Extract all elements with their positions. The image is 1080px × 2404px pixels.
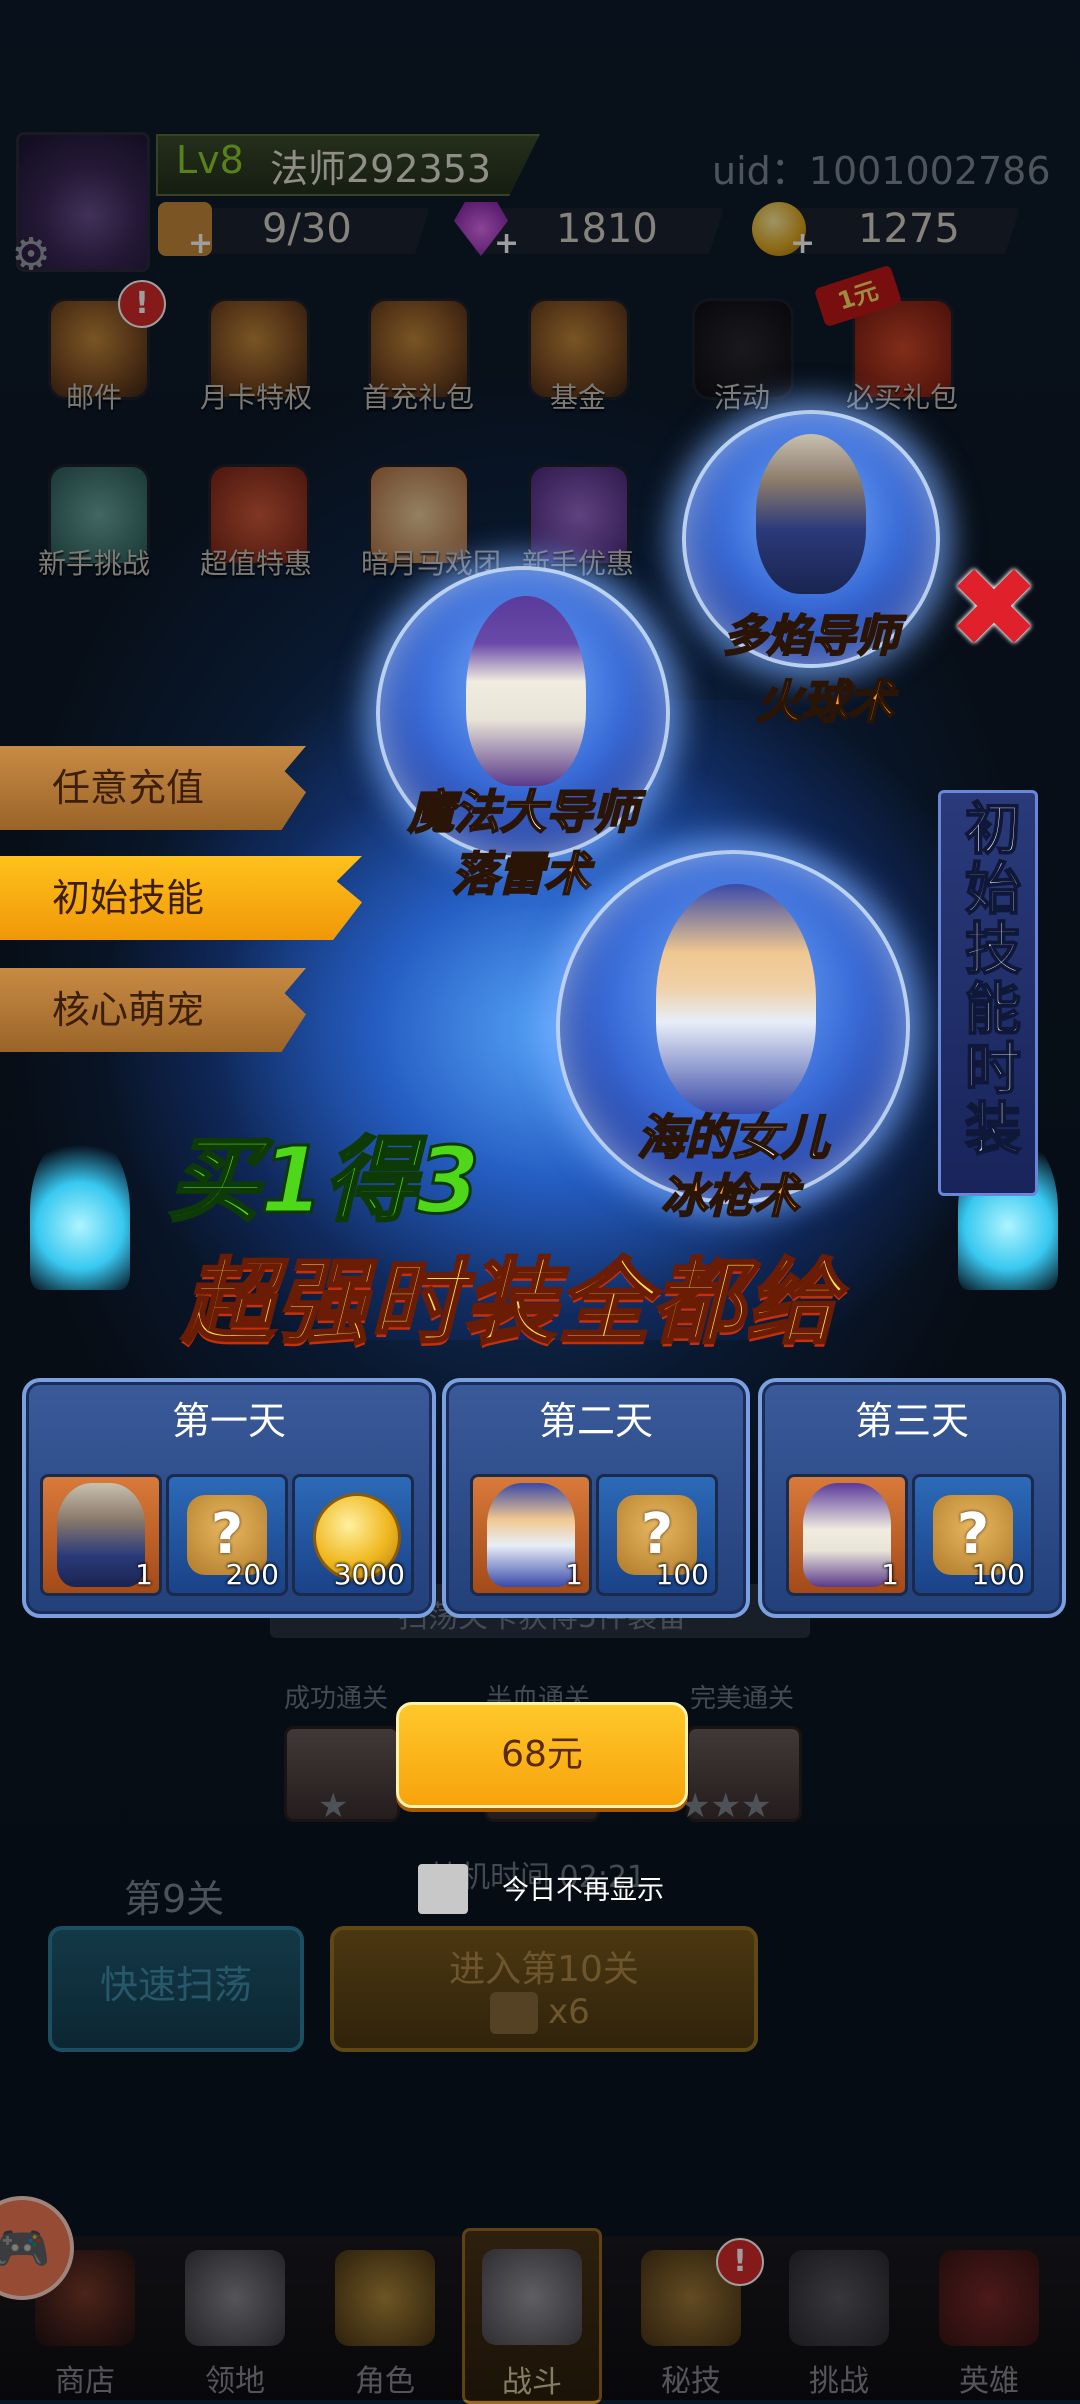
purchase-price-button[interactable]: 68元 <box>396 1702 688 1808</box>
orb-grand-mage-name: 魔法大导师 <box>407 784 639 840</box>
tab-any-recharge-label: 任意充值 <box>52 766 205 810</box>
day-two-title: 第二天 <box>538 1399 653 1443</box>
tab-any-recharge[interactable]: 任意充值 <box>0 746 306 830</box>
dont-show-today-checkbox[interactable] <box>418 1864 468 1914</box>
main-slogan: 超强时装全都给 <box>180 1248 841 1358</box>
reward-hero-sea-daughter[interactable]: 1 <box>470 1474 592 1596</box>
blue-flame-left <box>30 1130 130 1290</box>
hero-portrait <box>803 1483 891 1587</box>
hero-portrait <box>487 1483 575 1587</box>
reward-qty: 3000 <box>333 1558 405 1591</box>
orb-fire-mentor-name: 多焰导师 <box>722 610 900 663</box>
reward-qty: 1 <box>565 1558 583 1591</box>
dont-show-today-label[interactable]: 今日不再显示 <box>502 1868 664 1907</box>
orb-grand-mage[interactable]: 魔法大导师 <box>376 566 670 860</box>
sea-daughter-figure <box>656 884 816 1114</box>
orb-fire-mentor[interactable]: 多焰导师 <box>682 410 940 668</box>
tab-initial-skill-label: 初始技能 <box>52 876 205 920</box>
skin-vertical-banner: 初始技能时装 <box>938 790 1038 1196</box>
tab-core-pet-label: 核心萌宠 <box>52 988 205 1032</box>
day-one-card: 第一天 1 ? 200 3000 <box>22 1378 436 1618</box>
reward-hero-grand-mage[interactable]: 1 <box>786 1474 908 1596</box>
reward-puzzle[interactable]: ? 100 <box>596 1474 718 1596</box>
reward-qty: 1 <box>881 1558 899 1591</box>
reward-puzzle[interactable]: ? 100 <box>912 1474 1034 1596</box>
orb-sea-daughter[interactable]: 海的女儿 <box>556 850 910 1204</box>
grand-mage-figure <box>466 596 586 786</box>
orb-sea-daughter-skill: 冰枪术 <box>660 1168 800 1224</box>
reward-qty: 1 <box>135 1558 153 1591</box>
skin-vertical-banner-text: 初始技能时装 <box>955 798 1022 1160</box>
fire-mentor-figure <box>756 434 866 594</box>
reward-puzzle[interactable]: ? 200 <box>166 1474 288 1596</box>
purchase-price-label: 68元 <box>501 1734 583 1775</box>
day-one-title: 第一天 <box>171 1399 286 1443</box>
day-three-title: 第三天 <box>854 1399 969 1443</box>
orb-fire-mentor-skill: 火球术 <box>755 674 895 730</box>
orb-sea-daughter-name: 海的女儿 <box>636 1109 830 1167</box>
buy-one-get-three: 买1得3 <box>166 1126 481 1236</box>
tab-initial-skill[interactable]: 初始技能 <box>0 856 362 940</box>
tab-core-pet[interactable]: 核心萌宠 <box>0 968 306 1052</box>
reward-hero-fire-mentor[interactable]: 1 <box>40 1474 162 1596</box>
reward-qty: 100 <box>655 1558 709 1591</box>
day-two-card: 第二天 1 ? 100 <box>442 1378 750 1618</box>
day-three-card: 第三天 1 ? 100 <box>758 1378 1066 1618</box>
reward-qty: 200 <box>225 1558 279 1591</box>
close-icon[interactable]: ✖ <box>946 553 1042 663</box>
reward-coin[interactable]: 3000 <box>292 1474 414 1596</box>
orb-grand-mage-skill: 落雷术 <box>451 846 591 902</box>
hero-portrait <box>57 1483 145 1587</box>
reward-qty: 100 <box>971 1558 1025 1591</box>
